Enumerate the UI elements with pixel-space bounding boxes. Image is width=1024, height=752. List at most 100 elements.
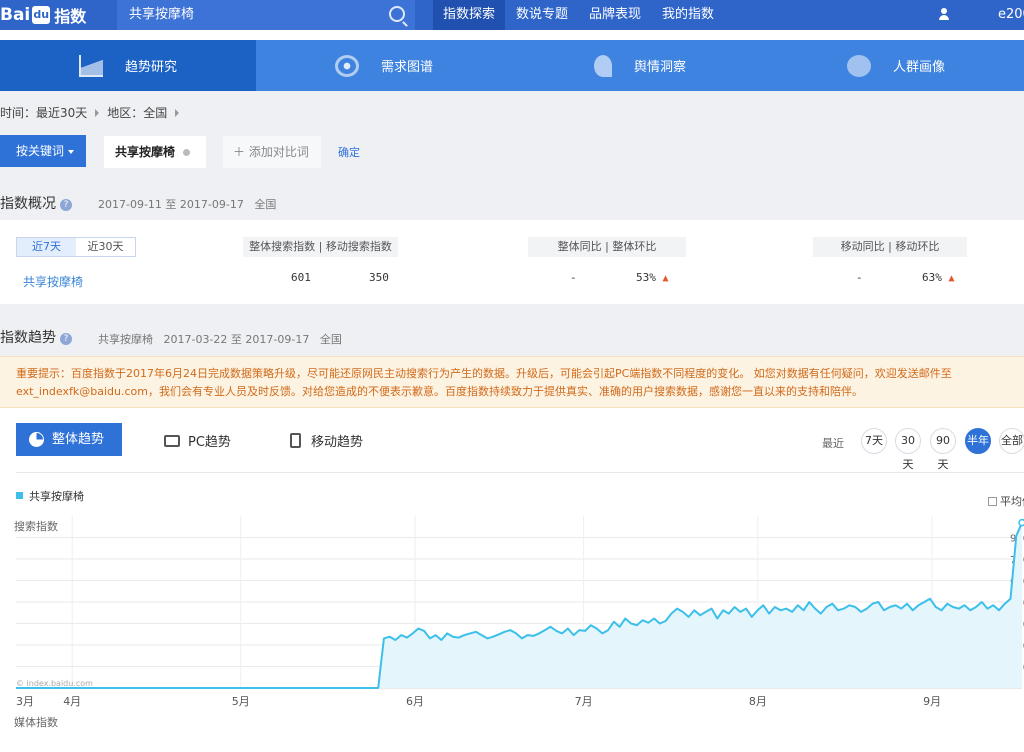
chevron-right-icon bbox=[175, 109, 180, 117]
search-box bbox=[117, 0, 415, 30]
overview-title: 指数概况 bbox=[0, 196, 56, 212]
module-label: 舆情洞察 bbox=[633, 60, 686, 75]
overall-yoy-value: - bbox=[570, 271, 577, 284]
x-tick-label: 5月 bbox=[232, 695, 250, 708]
username[interactable]: e200 bbox=[998, 0, 1024, 30]
add-compare-button[interactable]: ＋ 添加对比词 bbox=[223, 136, 321, 168]
search-icon[interactable] bbox=[389, 6, 405, 22]
caret-down-icon bbox=[68, 149, 75, 154]
overall-mom: 53% ▲ bbox=[636, 271, 669, 284]
nav-brand[interactable]: 品牌表现 bbox=[579, 0, 651, 30]
module-label: 需求图谱 bbox=[380, 60, 433, 75]
logo-text: Bai bbox=[0, 5, 31, 25]
x-tick-label: 7月 bbox=[575, 695, 593, 708]
overview-region: 全国 bbox=[254, 198, 277, 211]
monitor-icon bbox=[164, 435, 180, 447]
x-tick-label: 3月 bbox=[16, 695, 34, 708]
range-90-days[interactable]: 90天 bbox=[930, 428, 956, 471]
module-label: 人群画像 bbox=[892, 60, 945, 75]
pie-chart-icon bbox=[29, 432, 44, 447]
x-tick-label: 6月 bbox=[406, 695, 424, 708]
tab-7-days[interactable]: 近7天 bbox=[17, 238, 76, 256]
paw-logo-icon: du bbox=[32, 6, 51, 24]
chevron-right-icon bbox=[95, 109, 100, 117]
module-audience[interactable]: 人群画像 bbox=[768, 40, 1024, 91]
logo-cn-text: 指数 bbox=[54, 7, 87, 26]
keyword-chip-label: 共享按摩椅 bbox=[115, 145, 176, 159]
module-sentiment[interactable]: 舆情洞察 bbox=[512, 40, 768, 91]
overview-date-range: 2017-09-11 至 2017-09-17 bbox=[98, 198, 244, 211]
top-header: Bai du 指数 指数探索 数说专题 品牌表现 我的指数 e200 bbox=[0, 0, 1024, 30]
region-filter[interactable]: 地区：全国 bbox=[107, 106, 167, 120]
module-label: 趋势研究 bbox=[124, 60, 177, 75]
filter-breadcrumb: 时间：最近30天 地区：全国 bbox=[0, 104, 187, 121]
tab-overall-trend[interactable]: 整体趋势 bbox=[16, 423, 122, 456]
arrow-up-icon: ▲ bbox=[662, 273, 669, 284]
range-half-year[interactable]: 半年 bbox=[965, 428, 991, 454]
nav-index-explore[interactable]: 指数探索 bbox=[433, 0, 506, 30]
trend-keyword: 共享按摩椅 bbox=[98, 333, 153, 346]
mobile-index-value: 350 bbox=[369, 271, 389, 284]
trend-meta: 共享按摩椅 2017-03-22 至 2017-09-17 全国 bbox=[98, 331, 342, 347]
overall-index-value: 601 bbox=[291, 271, 311, 284]
trend-date-range: 2017-03-22 至 2017-09-17 bbox=[163, 333, 310, 346]
tab-overall-label: 整体趋势 bbox=[52, 432, 105, 447]
tab-pc-label: PC趋势 bbox=[188, 435, 231, 450]
range-30-days[interactable]: 30天 bbox=[895, 428, 921, 471]
mobile-mom: 63% ▲ bbox=[922, 271, 955, 284]
settings-dot-icon[interactable] bbox=[183, 149, 191, 156]
user-icon[interactable] bbox=[938, 8, 950, 20]
people-icon bbox=[846, 54, 871, 77]
tab-mobile-trend[interactable]: 移动趋势 bbox=[290, 431, 363, 450]
notice-line-1: 重要提示：百度指数于2017年6月24日完成数据策略升级，尽可能还原网民主动搜索… bbox=[16, 367, 952, 380]
series-last-point bbox=[1018, 518, 1024, 527]
period-tabs: 近7天 近30天 bbox=[16, 237, 136, 257]
divider bbox=[16, 472, 1024, 473]
overview-title-row: 指数概况? bbox=[0, 193, 72, 213]
header-search-index: 整体搜索指数 | 移动搜索指数 bbox=[243, 237, 398, 257]
overall-mom-value: 53% bbox=[636, 271, 656, 284]
search-input[interactable] bbox=[129, 5, 369, 20]
header-overall-change: 整体同比 | 整体环比 bbox=[528, 237, 686, 257]
range-7-days[interactable]: 7天 bbox=[861, 428, 887, 454]
tab-mobile-label: 移动趋势 bbox=[311, 435, 364, 450]
notice-line-2: ext_indexfk@baidu.com，我们会有专业人员及时反馈。对给您造成… bbox=[16, 385, 863, 398]
keyword-mode-button[interactable]: 按关键词 bbox=[0, 135, 86, 167]
trend-title-row: 指数趋势? bbox=[0, 327, 72, 347]
baidu-index-logo[interactable]: Bai du 指数 bbox=[0, 3, 86, 27]
range-all[interactable]: 全部 bbox=[999, 428, 1024, 454]
time-filter[interactable]: 时间：最近30天 bbox=[0, 106, 87, 120]
trend-chart[interactable]: 1302603905206507809103月4月5月6月7月8月9月 bbox=[0, 500, 1024, 715]
target-icon bbox=[334, 54, 359, 77]
overview-panel bbox=[0, 220, 1024, 304]
overview-meta: 2017-09-11 至 2017-09-17 全国 bbox=[98, 196, 276, 212]
header-mobile-change: 移动同比 | 移动环比 bbox=[813, 237, 967, 257]
arrow-up-icon: ▲ bbox=[948, 273, 955, 284]
x-tick-label: 9月 bbox=[923, 695, 941, 708]
overview-keyword-link[interactable]: 共享按摩椅 bbox=[23, 273, 83, 290]
broadcast-icon bbox=[593, 54, 612, 77]
tab-30-days[interactable]: 近30天 bbox=[76, 238, 135, 256]
phone-icon bbox=[290, 433, 301, 448]
range-label: 最近 bbox=[822, 437, 844, 450]
legend-swatch bbox=[16, 492, 23, 499]
confirm-link[interactable]: 确定 bbox=[338, 144, 360, 160]
mobile-mom-value: 63% bbox=[922, 271, 942, 284]
x-tick-label: 4月 bbox=[63, 695, 81, 708]
add-compare-label: 添加对比词 bbox=[248, 145, 309, 159]
x-tick-label: 8月 bbox=[749, 695, 767, 708]
media-index-axis-label: 媒体指数 bbox=[14, 716, 58, 729]
keyword-chip[interactable]: 共享按摩椅 bbox=[104, 136, 206, 168]
tab-pc-trend[interactable]: PC趋势 bbox=[164, 431, 231, 450]
nav-my-index[interactable]: 我的指数 bbox=[652, 0, 724, 30]
nav-data-topics[interactable]: 数说专题 bbox=[506, 0, 578, 30]
help-icon[interactable]: ? bbox=[60, 333, 72, 345]
keyword-mode-label: 按关键词 bbox=[16, 144, 65, 158]
help-icon[interactable]: ? bbox=[60, 199, 72, 211]
module-trend-research[interactable]: 趋势研究 bbox=[0, 40, 256, 91]
notice-banner: 重要提示：百度指数于2017年6月24日完成数据策略升级，尽可能还原网民主动搜索… bbox=[0, 356, 1024, 408]
top-nav: 指数探索 数说专题 品牌表现 我的指数 bbox=[433, 0, 725, 30]
module-demand-graph[interactable]: 需求图谱 bbox=[256, 40, 512, 91]
trend-title: 指数趋势 bbox=[0, 330, 56, 346]
trend-region: 全国 bbox=[319, 333, 342, 346]
